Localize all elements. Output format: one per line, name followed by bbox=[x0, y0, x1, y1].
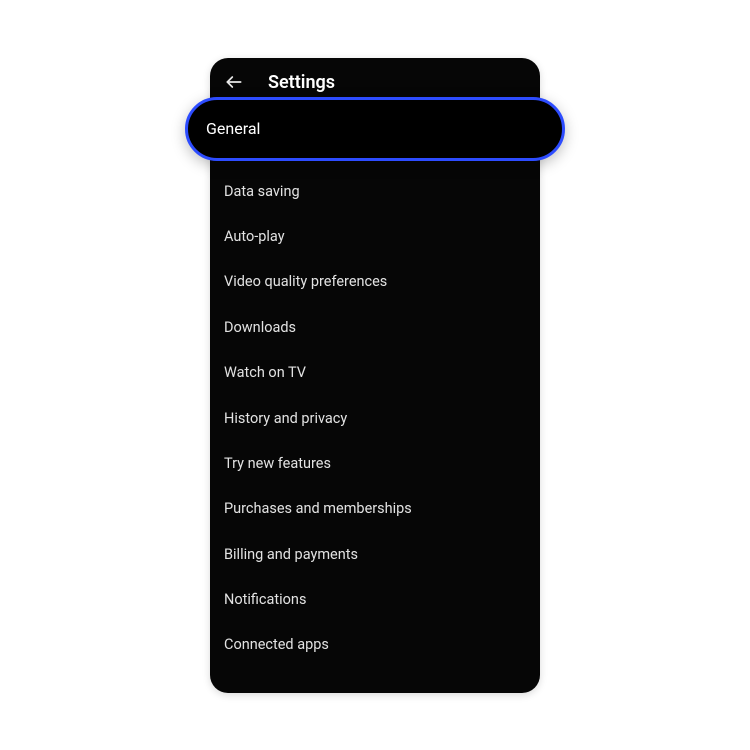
settings-item-label: Billing and payments bbox=[224, 546, 358, 563]
settings-item-general[interactable]: General bbox=[185, 97, 565, 161]
settings-item-history-privacy[interactable]: History and privacy bbox=[210, 395, 540, 440]
settings-item-label: Downloads bbox=[224, 319, 296, 336]
settings-item-auto-play[interactable]: Auto-play bbox=[210, 214, 540, 259]
settings-item-label: Purchases and memberships bbox=[224, 500, 412, 517]
settings-item-label: History and privacy bbox=[224, 410, 347, 427]
settings-item-notifications[interactable]: Notifications bbox=[210, 577, 540, 622]
settings-item-downloads[interactable]: Downloads bbox=[210, 305, 540, 350]
settings-item-label: Auto-play bbox=[224, 228, 285, 245]
settings-item-purchases[interactable]: Purchases and memberships bbox=[210, 486, 540, 531]
settings-item-label: Connected apps bbox=[224, 636, 329, 653]
settings-item-label: Video quality preferences bbox=[224, 273, 387, 290]
settings-item-data-saving[interactable]: Data saving bbox=[210, 169, 540, 214]
page-title: Settings bbox=[268, 72, 335, 93]
settings-list: Data saving Auto-play Video quality pref… bbox=[210, 107, 540, 668]
settings-item-try-new-features[interactable]: Try new features bbox=[210, 441, 540, 486]
settings-item-billing[interactable]: Billing and payments bbox=[210, 532, 540, 577]
settings-screen: Settings General Data saving Auto-play V… bbox=[210, 58, 540, 693]
settings-item-watch-on-tv[interactable]: Watch on TV bbox=[210, 350, 540, 395]
settings-item-label: Watch on TV bbox=[224, 364, 306, 381]
settings-item-label: Try new features bbox=[224, 455, 331, 472]
back-arrow-icon[interactable] bbox=[224, 72, 244, 92]
settings-item-label: Notifications bbox=[224, 591, 306, 608]
settings-item-video-quality[interactable]: Video quality preferences bbox=[210, 259, 540, 304]
settings-item-label: Data saving bbox=[224, 183, 300, 200]
settings-item-label: General bbox=[206, 119, 260, 138]
settings-item-connected-apps[interactable]: Connected apps bbox=[210, 622, 540, 667]
